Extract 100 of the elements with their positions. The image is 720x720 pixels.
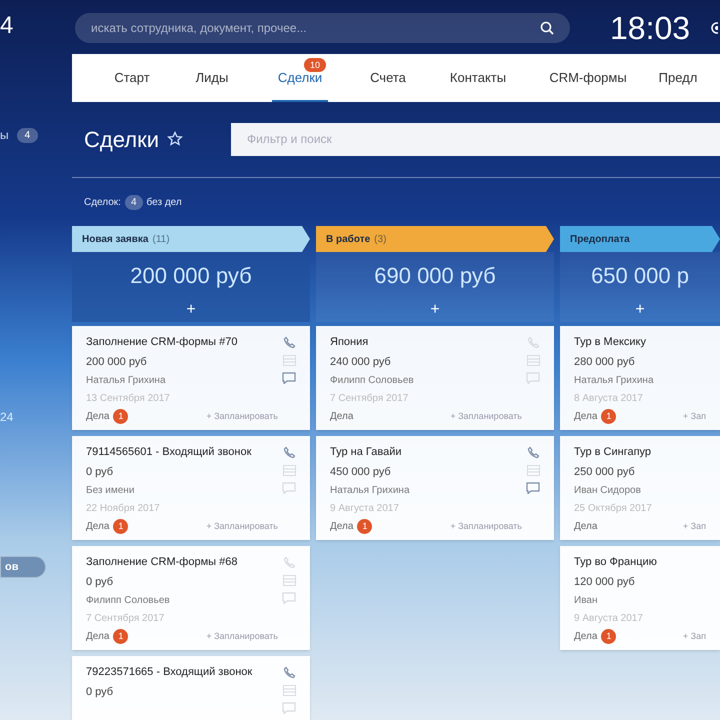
deal-title[interactable]: Тур в Мексику (574, 334, 706, 351)
deal-date: 9 Августа 2017 (574, 612, 644, 626)
page-title: Сделки (84, 126, 159, 154)
deal-title[interactable]: Заполнение CRM-формы #70 (86, 334, 278, 351)
tab[interactable]: CRM-формы (528, 54, 648, 102)
deal-card[interactable]: Япония 240 000 руб Филипп Соловьев 7 Сентября 2017 Дела + Запланировать (316, 326, 554, 430)
deal-card[interactable]: Заполнение CRM-формы #70 200 000 руб Наталья Грихина 13 Сентября 2017 Дела 1 + Запланировать (72, 326, 310, 430)
contact-name: Филипп Соловьев (330, 374, 415, 388)
contact-name: Без имени (86, 484, 136, 498)
stage-total: 650 000 р (591, 262, 689, 290)
counter-badge: 10 (304, 58, 326, 72)
add-deal-button[interactable]: + (635, 298, 645, 322)
star-icon[interactable] (166, 131, 183, 148)
add-deal-button[interactable]: + (430, 298, 440, 322)
tasks-label: Дела (574, 520, 598, 534)
sidebar-item[interactable]: ы (0, 126, 9, 144)
tasks-label: Дела (86, 410, 110, 424)
counter-badge: 1 (357, 519, 372, 534)
deal-amount: 120 000 руб (574, 574, 636, 590)
deal-card[interactable]: Тур в Мексику 280 000 руб Наталья Грихина 8 Августа 2017 Дела 1 + Зап (560, 326, 720, 430)
deal-amount: 450 000 руб (330, 464, 392, 480)
tasks-label: Дела (574, 630, 598, 644)
counter-badge: 4 (124, 194, 143, 210)
logo-fragment: 4 (0, 14, 14, 38)
stage-header: В работе (3) (316, 226, 554, 252)
counter-badge: 1 (601, 629, 616, 644)
contact-name: Иван Сидоров (574, 484, 642, 498)
deal-amount: 0 руб (86, 574, 114, 590)
chat-icon[interactable] (282, 372, 296, 384)
stage-total: 200 000 руб (130, 262, 252, 290)
tab[interactable]: Сделки 10 (252, 54, 348, 102)
summary-text: без дел (146, 196, 182, 210)
tasks-label: Дела (330, 520, 354, 534)
phone-icon[interactable] (526, 446, 540, 460)
tab[interactable]: Контакты (428, 54, 528, 102)
contact-name: Филипп Соловьев (86, 594, 171, 608)
list-icon[interactable] (282, 685, 296, 696)
tasks-label: Дела (574, 410, 598, 424)
deal-date: 7 Сентября 2017 (86, 612, 166, 626)
filter-field[interactable]: Фильтр и поиск (230, 122, 720, 156)
tasks-label: Дела (86, 520, 110, 534)
list-icon[interactable] (526, 355, 540, 366)
deal-amount: 0 руб (86, 464, 114, 480)
deal-card[interactable]: 79114565601 - Входящий звонок 0 руб Без имени 22 Ноября 2017 Дела 1 + Запланировать (72, 436, 310, 540)
tab[interactable]: Старт (92, 54, 172, 102)
contact-name: Наталья Грихина (574, 374, 655, 388)
deal-amount: 240 000 руб (330, 354, 392, 370)
deal-date: 8 Августа 2017 (574, 392, 644, 406)
deal-card[interactable]: Тур на Гавайи 450 000 руб Наталья Грихина 9 Августа 2017 Дела 1 + Запланировать (316, 436, 554, 540)
deal-title[interactable]: Тур во Францию (574, 554, 706, 571)
contact-name: Иван (574, 594, 598, 608)
counter-badge: 1 (113, 519, 128, 534)
stage-total: 690 000 руб (374, 262, 496, 290)
summary-label: Сделок: (84, 196, 121, 210)
contact-name: Наталья Грихина (86, 374, 167, 388)
deal-title[interactable]: Тур на Гавайи (330, 444, 522, 461)
deal-title[interactable]: 79114565601 - Входящий звонок (86, 444, 278, 461)
deal-title[interactable]: Заполнение CRM-формы #68 (86, 554, 278, 571)
list-icon[interactable] (282, 465, 296, 476)
list-icon[interactable] (282, 575, 296, 586)
deal-amount: 280 000 руб (574, 354, 636, 370)
contact-name: Наталья Грихина (330, 484, 411, 498)
counter-badge: 1 (113, 629, 128, 644)
search-field[interactable]: искать сотрудника, документ, прочее... (75, 12, 570, 43)
chat-icon[interactable] (526, 482, 540, 494)
clock: 18:03 (610, 12, 690, 44)
deal-date: 22 Ноября 2017 (86, 502, 161, 516)
stage-header: Предоплата (560, 226, 720, 252)
phone-icon[interactable] (282, 336, 296, 350)
deal-title[interactable]: 79223571665 - Входящий звонок (86, 664, 278, 681)
stage-header: Новая заявка (11) (72, 226, 310, 252)
deal-date: 13 Сентября 2017 (86, 392, 171, 406)
deal-amount: 200 000 руб (86, 354, 148, 370)
tab[interactable]: Лиды (172, 54, 252, 102)
tasks-label: Дела (330, 410, 354, 424)
counter-badge: 1 (601, 409, 616, 424)
deal-card[interactable]: Тур во Францию 120 000 руб Иван 9 Августа 2017 Дела 1 + Зап (560, 546, 720, 650)
deal-card[interactable]: 79223571665 - Входящий звонок 0 руб (72, 656, 310, 720)
search-input[interactable]: искать сотрудника, документ, прочее... (91, 18, 540, 37)
filter-input[interactable]: Фильтр и поиск (246, 130, 704, 148)
add-deal-button[interactable]: + (186, 298, 196, 322)
counter-badge: 1 (113, 409, 128, 424)
deal-amount: 250 000 руб (574, 464, 636, 480)
deal-date: 25 Октября 2017 (574, 502, 653, 516)
tab[interactable]: Счета (348, 54, 428, 102)
tab[interactable]: Предл (648, 54, 708, 102)
deal-date: 9 Августа 2017 (330, 502, 400, 516)
deal-card[interactable]: Заполнение CRM-формы #68 0 руб Филипп Соловьев 7 Сентября 2017 Дела 1 + Запланировать (72, 546, 310, 650)
deal-title[interactable]: Тур в Сингапур (574, 444, 706, 461)
search-icon[interactable] (540, 20, 554, 35)
counter-badge: 4 (16, 128, 38, 142)
tasks-label: Дела (86, 630, 110, 644)
list-icon[interactable] (282, 355, 296, 366)
phone-icon[interactable] (282, 446, 296, 460)
phone-icon[interactable] (282, 666, 296, 680)
deal-amount: 0 руб (86, 684, 114, 700)
deal-date: 7 Сентября 2017 (330, 392, 410, 406)
list-icon[interactable] (526, 465, 540, 476)
deal-title[interactable]: Япония (330, 334, 522, 351)
deal-card[interactable]: Тур в Сингапур 250 000 руб Иван Сидоров 25 Октября 2017 Дела + Зап (560, 436, 720, 540)
